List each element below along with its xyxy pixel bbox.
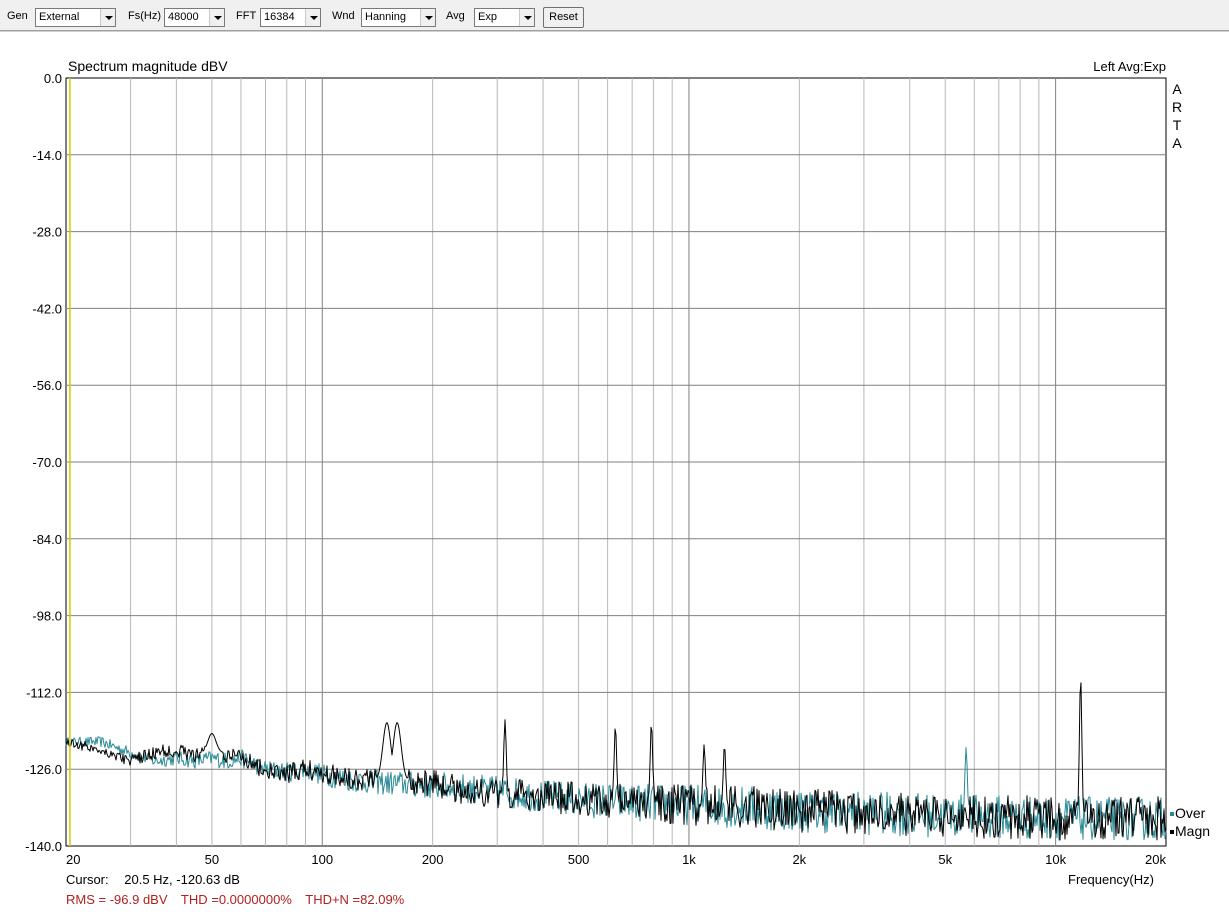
y-tick-label: -56.0 xyxy=(32,378,62,393)
y-tick-label: -98.0 xyxy=(32,609,62,624)
legend-label: Over xyxy=(1175,805,1206,821)
x-axis-label: Frequency(Hz) xyxy=(1068,872,1154,887)
thdn-value: THD+N =82.09% xyxy=(305,892,405,907)
spectrum-chart[interactable]: 0.0 -14.0 -28.0 -42.0 -56.0 -70.0 -84.0 -98.0 -1… xyxy=(0,0,1229,914)
y-tick-labels: 0.0 -14.0 -28.0 -42.0 -56.0 -70.0 -84.0 -98.0 -1… xyxy=(25,71,62,854)
legend-swatch xyxy=(1170,812,1174,817)
x-tick-label: 100 xyxy=(311,852,333,867)
y-tick-label: -28.0 xyxy=(32,225,62,240)
brand-letter: T xyxy=(1172,117,1182,133)
legend-swatch xyxy=(1170,830,1174,835)
x-tick-label: 200 xyxy=(422,852,444,867)
brand-letter: A xyxy=(1172,81,1182,97)
channel-status: Left Avg:Exp xyxy=(1093,59,1166,74)
y-tick-label: -140.0 xyxy=(25,839,62,854)
brand-mark: A R T A xyxy=(1171,80,1183,152)
y-tick-label: -126.0 xyxy=(25,762,62,777)
x-tick-label: 1k xyxy=(682,852,696,867)
x-tick-label: 20k xyxy=(1145,852,1166,867)
x-tick-label: 5k xyxy=(938,852,952,867)
brand-letter: A xyxy=(1172,135,1182,151)
legend-item-magn[interactable]: Magn xyxy=(1170,823,1210,839)
x-tick-label: 2k xyxy=(792,852,806,867)
y-tick-label: -112.0 xyxy=(26,685,62,700)
cursor-readout: Cursor: 20.5 Hz, -120.63 dB xyxy=(66,872,240,887)
y-tick-label: -14.0 xyxy=(32,148,62,163)
cursor-value: 20.5 Hz, -120.63 dB xyxy=(124,872,240,887)
chart-title: Spectrum magnitude dBV xyxy=(68,58,228,74)
cursor-prefix: Cursor: xyxy=(66,872,109,887)
thd-value: THD =0.0000000% xyxy=(180,892,292,907)
legend-item-over[interactable]: Over xyxy=(1170,805,1205,821)
rms-value: RMS = -96.9 dBV xyxy=(66,892,168,907)
x-tick-label: 20 xyxy=(66,852,80,867)
x-tick-label: 500 xyxy=(568,852,590,867)
legend-label: Magn xyxy=(1175,823,1211,839)
y-tick-label: -84.0 xyxy=(32,532,62,547)
y-tick-label: -42.0 xyxy=(32,301,62,316)
x-tick-label: 10k xyxy=(1045,852,1066,867)
measurement-readout: RMS = -96.9 dBV THD =0.0000000% THD+N =8… xyxy=(66,892,414,907)
brand-letter: R xyxy=(1171,99,1183,115)
x-tick-labels: 20 50 100 200 500 1k 2k 5k 10k 20k xyxy=(66,852,1166,867)
y-tick-label: 0.0 xyxy=(44,71,62,86)
x-tick-label: 50 xyxy=(205,852,219,867)
y-tick-label: -70.0 xyxy=(32,455,62,470)
